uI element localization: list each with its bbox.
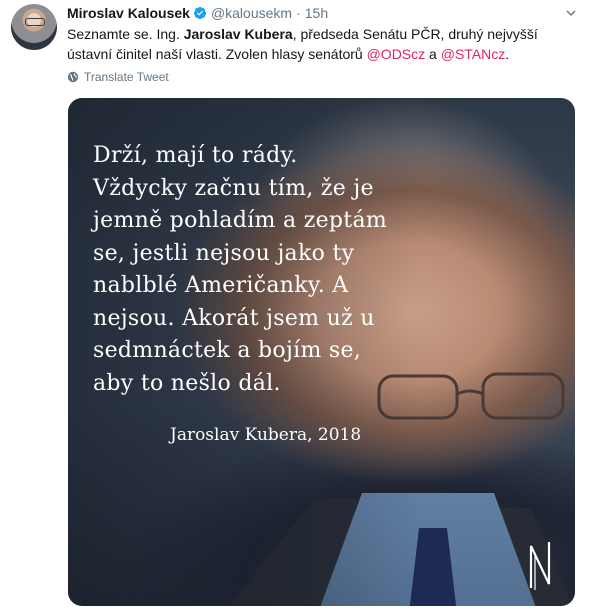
tweet-text-part: . — [505, 46, 510, 62]
tweet-header: Miroslav Kalousek @kalousekm · 15h — [67, 4, 577, 22]
tweet-timestamp[interactable]: 15h — [305, 5, 328, 21]
quote-line: aby to nešlo dál. — [93, 370, 281, 396]
tweet-text: Seznamte se. Ing. Jaroslav Kubera, předs… — [67, 24, 577, 64]
separator-dot: · — [296, 5, 301, 21]
tweet: Miroslav Kalousek @kalousekm · 15h Sezna… — [0, 0, 589, 612]
n-logo-icon — [529, 542, 551, 590]
quote-author: Jaroslav Kubera, 2018 — [170, 425, 362, 445]
quote-line: nablblé Američanky. A — [93, 273, 349, 298]
mention-link-ods[interactable]: @ODScz — [367, 46, 426, 62]
verified-badge-icon — [193, 6, 207, 20]
tweet-text-bold-name: Jaroslav Kubera — [183, 26, 293, 42]
avatar-glasses — [25, 18, 45, 26]
chevron-down-icon[interactable] — [565, 6, 577, 18]
tweet-image[interactable]: Drží, mají to rády. Vždycky začnu tím, ž… — [68, 98, 575, 606]
tweet-text-part: Seznamte se. Ing. — [67, 26, 184, 42]
avatar[interactable] — [11, 4, 57, 50]
quote-line: Drží, mají to rády. — [93, 143, 298, 168]
quote-line: nejsou. Akorát jsem už u — [93, 305, 375, 331]
translate-tweet-label: Translate Tweet — [84, 70, 169, 84]
user-handle[interactable]: @kalousekm — [211, 5, 292, 21]
image-quote: Drží, mají to rády. Vždycky začnu tím, ž… — [93, 140, 393, 400]
translate-tweet-link[interactable]: Translate Tweet — [67, 70, 169, 84]
tweet-text-part: a — [425, 46, 441, 62]
display-name[interactable]: Miroslav Kalousek — [67, 5, 190, 21]
quote-line: se, jestli nejsou jako ty — [93, 240, 355, 266]
quote-line: Vždycky začnu tím, že je — [93, 175, 374, 201]
globe-icon — [67, 71, 79, 83]
mention-link-stan[interactable]: @STANcz — [441, 46, 506, 62]
quote-line: jemně pohladím a zeptám — [93, 208, 388, 233]
quote-line: sedmnáctek a bojím se, — [93, 338, 362, 363]
